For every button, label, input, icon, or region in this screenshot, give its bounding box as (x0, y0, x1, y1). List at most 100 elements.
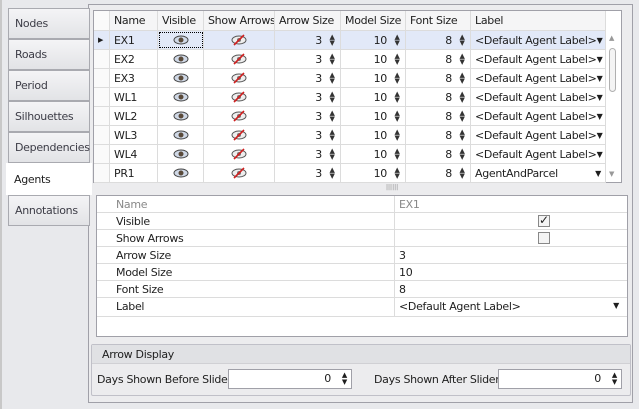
eye-off-icon[interactable] (204, 88, 275, 106)
table-row[interactable]: WL1 3 ▲ ▼ 10 ▲ ▼ 8 ▲ ▼ <Default Agent Label> ▼ (94, 88, 606, 107)
eye-icon[interactable] (158, 126, 204, 144)
chevron-down-icon[interactable]: ▼ (597, 36, 603, 45)
spin-icon[interactable]: ▲ ▼ (393, 110, 401, 123)
spin-icon[interactable]: ▲ ▼ (328, 34, 336, 47)
label-cell[interactable]: <Default Agent Label> ▼ (471, 145, 606, 163)
tab-dependencies[interactable]: Dependencies (8, 132, 90, 163)
spin-icon[interactable]: ▲ ▼ (612, 372, 617, 386)
spin-icon[interactable]: ▲ ▼ (458, 110, 466, 123)
eye-off-icon[interactable] (204, 50, 275, 68)
scroll-up-icon[interactable]: ▲ (609, 34, 614, 42)
spin-icon[interactable]: ▲ ▼ (458, 72, 466, 85)
column-header[interactable]: Label (471, 11, 606, 30)
font-size-cell[interactable]: 8 ▲ ▼ (406, 107, 471, 125)
font-size-cell[interactable]: 8 ▲ ▼ (406, 145, 471, 163)
table-row[interactable]: PR1 3 ▲ ▼ 10 ▲ ▼ 8 ▲ ▼ AgentAndParcel ▼ (94, 164, 606, 183)
label-cell[interactable]: <Default Agent Label> ▼ (471, 50, 606, 68)
chevron-down-icon[interactable]: ▼ (597, 112, 603, 121)
vertical-scrollbar[interactable]: ▲ ▼ (605, 31, 621, 182)
chevron-down-icon[interactable]: ▼ (597, 150, 603, 159)
eye-off-icon[interactable] (204, 69, 275, 87)
label-cell[interactable]: <Default Agent Label> ▼ (471, 126, 606, 144)
table-row[interactable]: ▶ EX1 3 ▲ ▼ 10 ▲ ▼ 8 ▲ ▼ <Default Agent Label>… (94, 31, 606, 50)
spin-icon[interactable]: ▲ ▼ (328, 53, 336, 66)
spin-icon[interactable]: ▲ ▼ (393, 167, 401, 180)
spin-icon[interactable]: ▲ ▼ (458, 53, 466, 66)
model-size-cell[interactable]: 10 ▲ ▼ (341, 50, 406, 68)
visible-checkbox[interactable]: ✓ (538, 214, 550, 227)
days-before-input[interactable]: 0 ▲ ▼ (228, 369, 352, 389)
column-header[interactable]: Show Arrows (204, 11, 275, 30)
spin-icon[interactable]: ▲ ▼ (328, 110, 336, 123)
label-dropdown[interactable]: <Default Agent Label> ▼ (395, 298, 627, 316)
tab-annotations[interactable]: Annotations (8, 195, 90, 226)
font-size-cell[interactable]: 8 ▲ ▼ (406, 126, 471, 144)
font-size-cell[interactable]: 8 ▲ ▼ (406, 164, 471, 182)
spin-icon[interactable]: ▲ ▼ (328, 72, 336, 85)
eye-off-icon[interactable] (204, 126, 275, 144)
spin-icon[interactable]: ▲ ▼ (328, 129, 336, 142)
tab-silhouettes[interactable]: Silhouettes (8, 101, 90, 132)
chevron-down-icon[interactable]: ▼ (597, 131, 603, 140)
font-size-cell[interactable]: 8 ▲ ▼ (406, 88, 471, 106)
tab-nodes[interactable]: Nodes (8, 8, 90, 39)
label-cell[interactable]: <Default Agent Label> ▼ (471, 88, 606, 106)
table-row[interactable]: WL4 3 ▲ ▼ 10 ▲ ▼ 8 ▲ ▼ <Default Agent Label> ▼ (94, 145, 606, 164)
arrow-size-cell[interactable]: 3 ▲ ▼ (275, 126, 341, 144)
font-size-cell[interactable]: 8 ▲ ▼ (406, 69, 471, 87)
spin-icon[interactable]: ▲ ▼ (393, 129, 401, 142)
eye-icon[interactable] (158, 69, 204, 87)
eye-icon[interactable] (158, 88, 204, 106)
chevron-down-icon[interactable]: ▼ (597, 74, 603, 83)
model-size-cell[interactable]: 10 ▲ ▼ (341, 164, 406, 182)
chevron-down-icon[interactable]: ▼ (597, 93, 603, 102)
table-row[interactable]: WL2 3 ▲ ▼ 10 ▲ ▼ 8 ▲ ▼ <Default Agent Label> ▼ (94, 107, 606, 126)
name-cell[interactable]: WL3 (110, 126, 158, 144)
name-cell[interactable]: EX1 (110, 31, 158, 49)
spin-icon[interactable]: ▲ ▼ (393, 91, 401, 104)
font-size-cell[interactable]: 8 ▲ ▼ (406, 31, 471, 49)
spin-icon[interactable]: ▲ ▼ (458, 167, 466, 180)
name-cell[interactable]: PR1 (110, 164, 158, 182)
model-size-cell[interactable]: 10 ▲ ▼ (341, 31, 406, 49)
arrow-size-cell[interactable]: 3 ▲ ▼ (275, 50, 341, 68)
eye-off-icon[interactable] (204, 164, 275, 182)
eye-icon[interactable] (158, 50, 204, 68)
spin-icon[interactable]: ▲ ▼ (458, 129, 466, 142)
name-cell[interactable]: EX2 (110, 50, 158, 68)
tab-agents[interactable]: Agents (6, 163, 92, 195)
chevron-down-icon[interactable]: ▼ (595, 169, 601, 178)
model-size-cell[interactable]: 10 ▲ ▼ (341, 88, 406, 106)
font-size-field[interactable]: 8 (395, 281, 627, 297)
label-cell[interactable]: AgentAndParcel ▼ (471, 164, 606, 182)
model-size-cell[interactable]: 10 ▲ ▼ (341, 107, 406, 125)
label-cell[interactable]: <Default Agent Label> ▼ (471, 69, 606, 87)
eye-icon[interactable] (158, 31, 204, 49)
spin-icon[interactable]: ▲ ▼ (393, 34, 401, 47)
arrow-size-cell[interactable]: 3 ▲ ▼ (275, 69, 341, 87)
model-size-cell[interactable]: 10 ▲ ▼ (341, 69, 406, 87)
spin-icon[interactable]: ▲ ▼ (458, 148, 466, 161)
splitter-grip[interactable]: |||||| (386, 184, 398, 191)
show-arrows-checkbox[interactable] (538, 232, 550, 244)
eye-off-icon[interactable] (204, 107, 275, 125)
column-header[interactable]: Visible (158, 11, 204, 30)
name-cell[interactable]: WL1 (110, 88, 158, 106)
table-row[interactable]: WL3 3 ▲ ▼ 10 ▲ ▼ 8 ▲ ▼ <Default Agent Label> ▼ (94, 126, 606, 145)
spin-icon[interactable]: ▲ ▼ (328, 167, 336, 180)
eye-off-icon[interactable] (204, 31, 275, 49)
label-cell[interactable]: <Default Agent Label> ▼ (471, 107, 606, 125)
arrow-size-cell[interactable]: 3 ▲ ▼ (275, 164, 341, 182)
column-header[interactable]: Font Size (406, 11, 471, 30)
spin-icon[interactable]: ▲ ▼ (458, 34, 466, 47)
eye-icon[interactable] (158, 107, 204, 125)
name-cell[interactable]: WL4 (110, 145, 158, 163)
spin-icon[interactable]: ▲ ▼ (458, 91, 466, 104)
tab-roads[interactable]: Roads (8, 39, 90, 70)
chevron-down-icon[interactable]: ▼ (597, 55, 603, 64)
model-size-cell[interactable]: 10 ▲ ▼ (341, 145, 406, 163)
scroll-down-icon[interactable]: ▼ (609, 170, 614, 178)
tab-period[interactable]: Period (8, 70, 90, 101)
spin-icon[interactable]: ▲ ▼ (328, 148, 336, 161)
spin-icon[interactable]: ▲ ▼ (393, 53, 401, 66)
